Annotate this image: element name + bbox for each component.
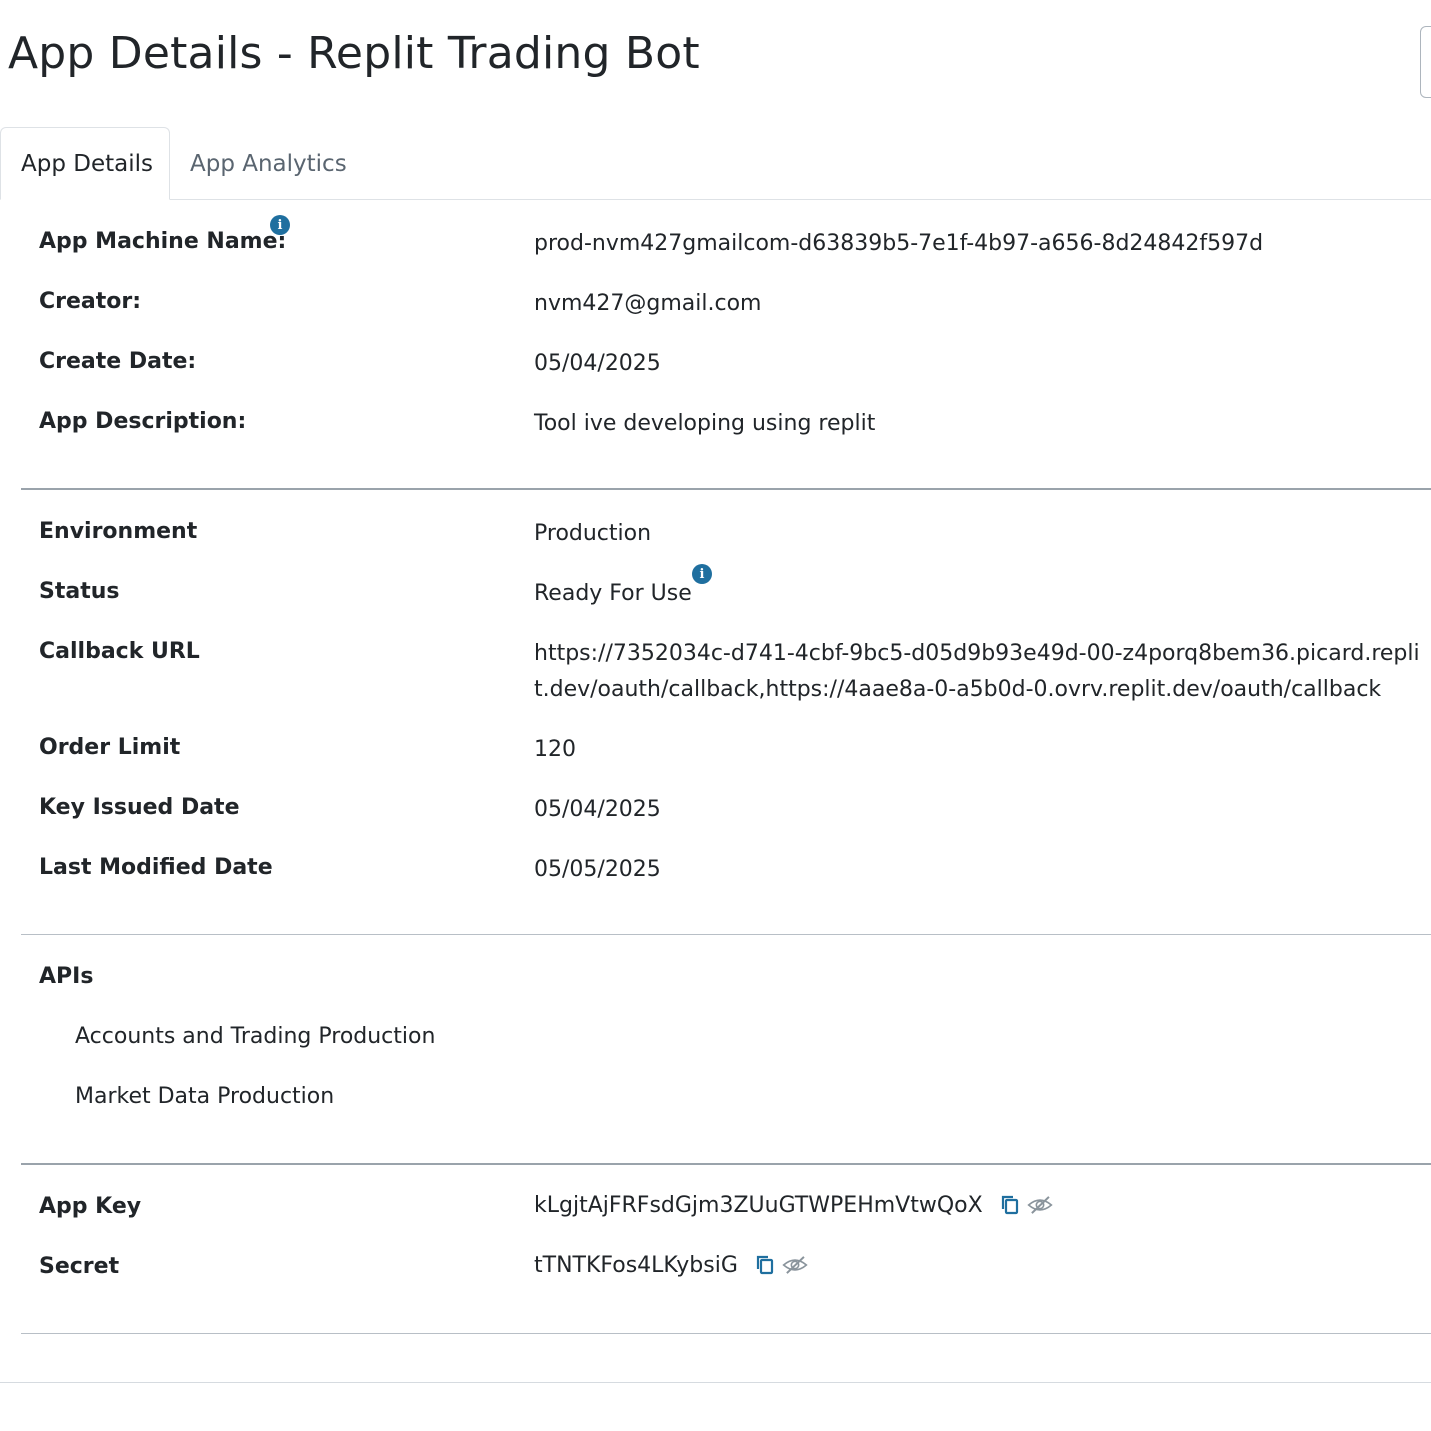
order-limit-value: 120 [534, 737, 576, 762]
secret-row: tTNTKFos4LKybsiG [534, 1252, 808, 1278]
section-divider [21, 1333, 1431, 1334]
section-divider [21, 934, 1431, 935]
machine-name-label: App Machine Name: [39, 229, 287, 254]
page-title: App Details - Replit Trading Bot [8, 28, 700, 79]
copy-icon[interactable] [752, 1252, 778, 1278]
last-modified-date-value: 05/05/2025 [534, 857, 661, 882]
header-action-button[interactable] [1420, 26, 1431, 98]
create-date-value: 05/04/2025 [534, 351, 661, 376]
status-value: Ready For Use [534, 581, 692, 606]
tab-app-details[interactable]: App Details [0, 127, 170, 200]
section-divider [21, 1163, 1431, 1165]
callback-url-value: https://7352034c-d741-4cbf-9bc5-d05d9b93… [534, 641, 1420, 702]
app-key-label: App Key [39, 1194, 142, 1219]
secret-value: tTNTKFos4LKybsiG [534, 1252, 738, 1278]
secret-label: Secret [39, 1254, 120, 1279]
app-key-row: kLgjtAjFRFsdGjm3ZUuGTWPEHmVtwQoX [534, 1192, 1053, 1218]
apis-heading: APIs [39, 964, 94, 989]
tabs-underline [0, 199, 1431, 200]
create-date-label: Create Date: [39, 349, 197, 374]
tab-bar: App Details App Analytics [0, 127, 1431, 200]
description-label: App Description: [39, 409, 247, 434]
environment-label: Environment [39, 519, 198, 544]
key-issued-date-value: 05/04/2025 [534, 797, 661, 822]
creator-label: Creator: [39, 289, 142, 314]
copy-icon[interactable] [997, 1192, 1023, 1218]
section-divider [21, 488, 1431, 490]
environment-value: Production [534, 521, 652, 546]
machine-name-value: prod-nvm427gmailcom-d63839b5-7e1f-4b97-a… [534, 231, 1264, 256]
api-item: Accounts and Trading Production [75, 1024, 436, 1049]
description-value: Tool ive developing using replit [534, 411, 876, 436]
order-limit-label: Order Limit [39, 735, 181, 760]
callback-url-label: Callback URL [39, 639, 200, 664]
api-item: Market Data Production [75, 1084, 335, 1109]
eye-off-icon[interactable] [782, 1252, 808, 1278]
app-key-value: kLgjtAjFRFsdGjm3ZUuGTWPEHmVtwQoX [534, 1192, 983, 1218]
page-bottom-divider [0, 1382, 1431, 1383]
info-icon[interactable]: i [692, 564, 712, 584]
app-details-page: App Details - Replit Trading Bot App Det… [0, 0, 1431, 1431]
tab-app-analytics[interactable]: App Analytics [170, 127, 373, 200]
status-label: Status [39, 579, 120, 604]
last-modified-date-label: Last Modified Date [39, 855, 273, 880]
eye-off-icon[interactable] [1027, 1192, 1053, 1218]
key-issued-date-label: Key Issued Date [39, 795, 240, 820]
info-icon[interactable]: i [270, 215, 290, 235]
creator-value: nvm427@gmail.com [534, 291, 762, 316]
